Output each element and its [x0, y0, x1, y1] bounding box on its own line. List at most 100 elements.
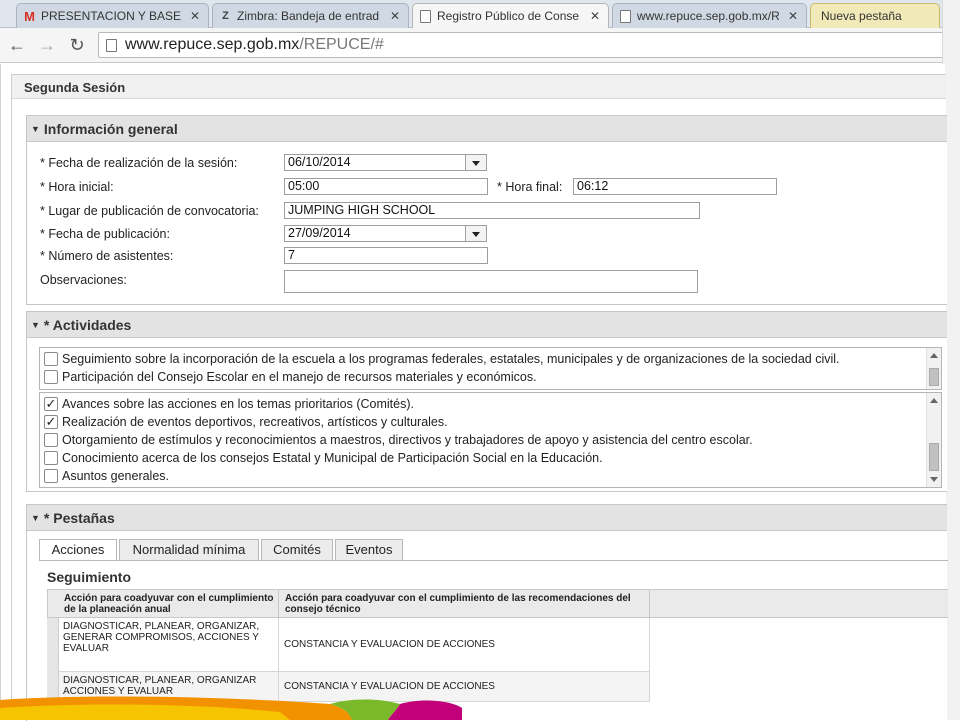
actividades-section: ▼ * Actividades Seguimiento sobre la inco… [26, 311, 947, 492]
address-bar[interactable]: www.repuce.sep.gob.mx/REPUCE/# [98, 32, 948, 58]
band-magenta [388, 700, 462, 720]
gmail-icon: M [24, 9, 35, 24]
checkbox-checked[interactable]: ✓ [44, 397, 58, 411]
browser-tab-new[interactable]: Nueva pestaña [810, 3, 940, 28]
page-content: Segunda Sesión ▼ Información general * Fe… [0, 64, 948, 721]
observaciones-field[interactable] [284, 270, 698, 293]
close-tab-icon[interactable]: ✕ [788, 9, 798, 23]
hora-final-field[interactable]: 06:12 [573, 178, 777, 195]
browser-tab-active[interactable]: Registro Público de Conse ✕ [412, 3, 609, 29]
table-cell[interactable]: DIAGNOSTICAR, PLANEAR, ORGANIZAR, GENERA… [59, 618, 279, 672]
fecha-label: * Fecha de realización de la sesión: [40, 156, 238, 170]
actividades-list-selected[interactable]: ✓ Avances sobre las acciones en los temas… [39, 392, 942, 488]
list-item[interactable]: Participación del Consejo Escolar en el … [40, 368, 941, 386]
scroll-thumb[interactable] [929, 443, 939, 471]
tab-comites[interactable]: Comités [261, 539, 333, 560]
actividades-list-available[interactable]: Seguimiento sobre la incorporación de la… [39, 347, 942, 390]
fecha-publicacion-dropdown-button[interactable] [465, 225, 487, 242]
list-item[interactable]: ✓ Realización de eventos deportivos, recr… [40, 413, 941, 431]
info-section-header[interactable]: ▼ Información general [27, 116, 947, 142]
list-item[interactable]: ✓ Avances sobre las acciones en los temas… [40, 395, 941, 413]
collapse-triangle-icon[interactable]: ▼ [31, 124, 40, 134]
column-header-empty [649, 589, 948, 618]
reload-icon[interactable]: ↻ [66, 34, 88, 56]
list-item-label: Participación del Consejo Escolar en el … [62, 370, 537, 384]
back-icon[interactable]: ← [6, 34, 28, 56]
browser-tab-label: Registro Público de Conse [437, 9, 580, 23]
table-cell[interactable]: CONSTANCIA Y EVALUACION DE ACCIONES [279, 618, 650, 672]
collapse-triangle-icon[interactable]: ▼ [31, 320, 40, 330]
row-handle[interactable] [47, 618, 59, 672]
checkbox[interactable] [44, 370, 58, 384]
asistentes-field[interactable]: 7 [284, 247, 488, 264]
lugar-field[interactable]: JUMPING HIGH SCHOOL [284, 202, 700, 219]
browser-tab-strip: M PRESENTACION Y BASE D ✕ Z Zimbra: Band… [0, 0, 960, 29]
scroll-thumb[interactable] [929, 368, 939, 386]
info-section-title: Información general [43, 121, 178, 137]
list-scrollbar[interactable] [926, 393, 941, 487]
asistentes-label: * Número de asistentes: [40, 249, 174, 263]
close-tab-icon[interactable]: ✕ [190, 9, 200, 23]
browser-tab-label: Zimbra: Bandeja de entrad [237, 9, 380, 23]
column-header[interactable]: Acción para coadyuvar con el cumplimient… [47, 589, 279, 618]
browser-tab-label: Nueva pestaña [821, 9, 902, 23]
list-item[interactable]: Otorgamiento de estímulos y reconocimien… [40, 431, 941, 449]
browser-toolbar: ← → ↻ www.repuce.sep.gob.mx/REPUCE/# [0, 28, 960, 63]
close-tab-icon[interactable]: ✕ [390, 9, 400, 23]
hora-inicial-field[interactable]: 05:00 [284, 178, 488, 195]
list-item[interactable]: Asuntos generales. [40, 467, 941, 485]
scroll-down-icon[interactable] [930, 477, 938, 482]
fecha-publicacion-label: * Fecha de publicación: [40, 227, 170, 241]
grid-title: Seguimiento [47, 569, 132, 585]
close-tab-icon[interactable]: ✕ [590, 9, 600, 23]
list-item-label: Asuntos generales. [62, 469, 170, 483]
forward-icon[interactable]: → [36, 34, 58, 56]
tab-normalidad-minima[interactable]: Normalidad mínima [119, 539, 259, 560]
page-icon [419, 10, 432, 23]
scroll-up-icon[interactable] [930, 398, 938, 403]
browser-tab[interactable]: www.repuce.sep.gob.mx/R ✕ [612, 3, 807, 28]
list-item[interactable]: Conocimiento acerca de los consejos Esta… [40, 449, 941, 467]
pestanas-section: ▼ * Pestañas Acciones Normalidad mínima C… [26, 504, 948, 721]
zimbra-icon: Z [222, 10, 229, 22]
tab-acciones[interactable]: Acciones [39, 539, 117, 561]
browser-tab[interactable]: M PRESENTACION Y BASE D ✕ [16, 3, 209, 28]
page-info-icon[interactable] [106, 39, 117, 52]
checkbox[interactable] [44, 469, 58, 483]
checkbox-checked[interactable]: ✓ [44, 415, 58, 429]
tab-eventos[interactable]: Eventos [335, 539, 403, 560]
session-panel: Segunda Sesión ▼ Información general * Fe… [11, 74, 948, 721]
column-header[interactable]: Acción para coadyuvar con el cumplimient… [278, 589, 650, 618]
checkbox[interactable] [44, 352, 58, 366]
panel-title: Segunda Sesión [12, 75, 946, 99]
hora-inicial-label: * Hora inicial: [40, 180, 114, 194]
fecha-field[interactable]: 06/10/2014 [284, 154, 466, 171]
tab-divider [39, 560, 948, 561]
lugar-label: * Lugar de publicación de convocatoria: [40, 204, 259, 218]
actividades-section-header[interactable]: ▼ * Actividades [27, 312, 947, 338]
scroll-up-icon[interactable] [930, 353, 938, 358]
list-item-label: Avances sobre las acciones en los temas … [62, 397, 414, 411]
pestanas-section-title: * Pestañas [43, 510, 115, 526]
checkbox[interactable] [44, 433, 58, 447]
address-host: www.repuce.sep.gob.mx [125, 36, 300, 53]
page-icon [619, 10, 632, 23]
hora-final-label: * Hora final: [497, 180, 563, 194]
collapse-triangle-icon[interactable]: ▼ [31, 513, 40, 523]
decorative-color-band [0, 696, 462, 720]
pestanas-section-header[interactable]: ▼ * Pestañas [27, 505, 947, 531]
list-item-label: Seguimiento sobre la incorporación de la… [62, 352, 840, 366]
list-item-label: Otorgamiento de estímulos y reconocimien… [62, 433, 753, 447]
checkbox[interactable] [44, 451, 58, 465]
browser-tab-label: www.repuce.sep.gob.mx/R [637, 9, 780, 23]
list-item-label: Realización de eventos deportivos, recre… [62, 415, 448, 429]
fecha-publicacion-field[interactable]: 27/09/2014 [284, 225, 466, 242]
browser-tab[interactable]: Z Zimbra: Bandeja de entrad ✕ [212, 3, 409, 28]
fecha-dropdown-button[interactable] [465, 154, 487, 171]
list-scrollbar[interactable] [926, 348, 941, 389]
observaciones-label: Observaciones: [40, 273, 127, 287]
browser-tab-label: PRESENTACION Y BASE D [41, 9, 182, 23]
list-item-label: Conocimiento acerca de los consejos Esta… [62, 451, 603, 465]
actividades-section-title: * Actividades [43, 317, 132, 333]
list-item[interactable]: Seguimiento sobre la incorporación de la… [40, 350, 941, 368]
